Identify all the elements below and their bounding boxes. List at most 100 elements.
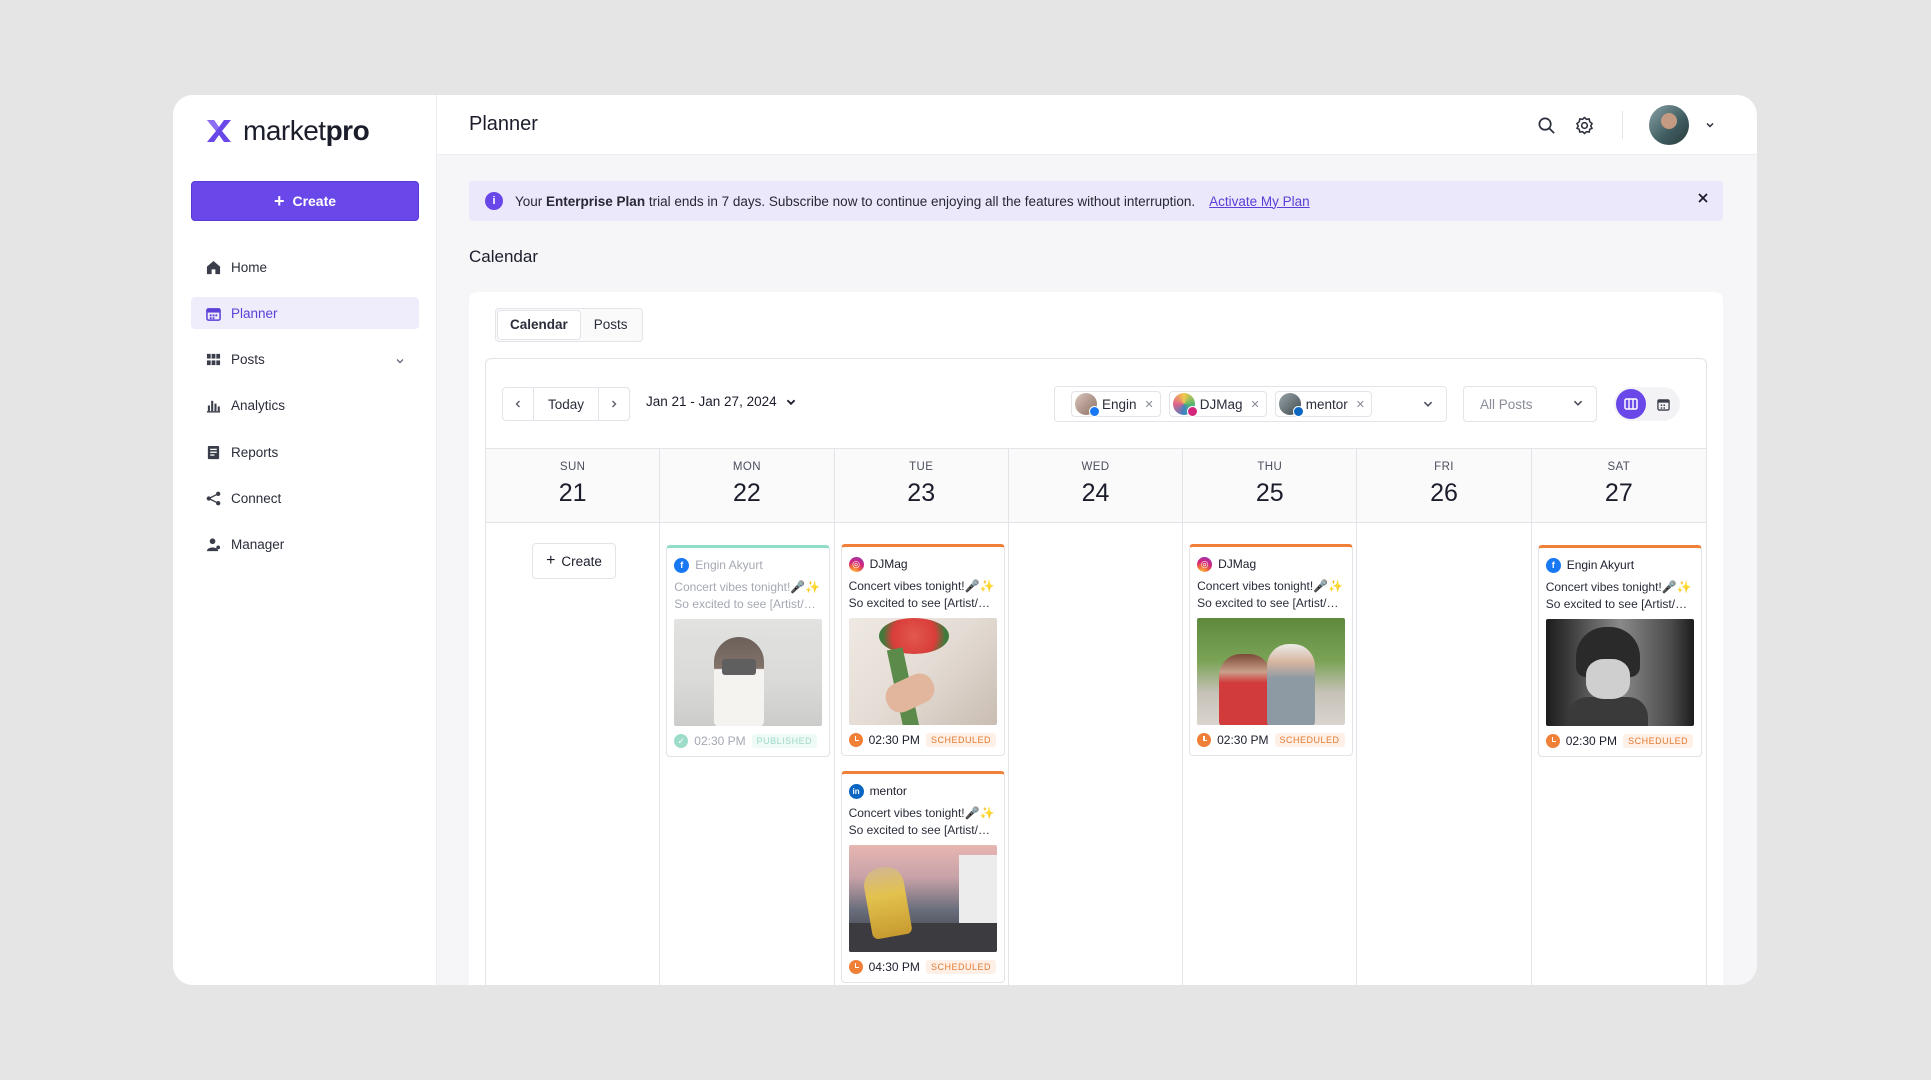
day-header-thu: THU 25 — [1183, 449, 1358, 522]
chevron-down-icon — [1572, 397, 1584, 412]
post-card[interactable]: ◎ DJMag Concert vibes tonight!🎤✨ So excit… — [840, 544, 1005, 756]
sidebar-item-analytics[interactable]: Analytics — [191, 390, 419, 422]
gear-icon[interactable] — [1572, 113, 1596, 137]
day-column-mon[interactable]: f Engin Akyurt Concert vibes tonight!🎤✨ S… — [660, 523, 835, 985]
post-caption: Concert vibes tonight!🎤✨ — [1545, 580, 1692, 594]
day-column-wed[interactable] — [1009, 523, 1184, 985]
chevron-down-icon[interactable] — [1703, 113, 1717, 137]
post-card[interactable]: f Engin Akyurt Concert vibes tonight!🎤✨ S… — [666, 545, 831, 757]
status-badge: SCHEDULED — [1623, 734, 1694, 748]
clock-icon — [1545, 734, 1560, 748]
post-filter-select[interactable]: All Posts — [1463, 386, 1597, 422]
day-header-tue: TUE 23 — [834, 449, 1009, 522]
main-content: i Your Enterprise Plan trial ends in 7 d… — [437, 155, 1757, 985]
home-icon — [205, 259, 221, 275]
prev-week-button[interactable] — [503, 388, 533, 420]
post-image — [674, 619, 823, 726]
plus-icon: + — [546, 552, 556, 569]
post-time: 02:30 PM — [694, 734, 746, 748]
info-icon: i — [485, 192, 503, 210]
calendar-icon — [205, 305, 221, 321]
day-column-sat[interactable]: f Engin Akyurt Concert vibes tonight!🎤✨ S… — [1532, 523, 1706, 985]
post-time: 02:30 PM — [1565, 734, 1618, 748]
linkedin-icon — [1292, 406, 1304, 417]
day-header-fri: FRI 26 — [1357, 449, 1532, 522]
day-column-thu[interactable]: ◎ DJMag Concert vibes tonight!🎤✨ So excit… — [1183, 523, 1358, 985]
post-time: 02:30 PM — [1217, 733, 1269, 747]
clock-icon — [848, 733, 863, 747]
top-bar: Planner — [437, 95, 1757, 155]
sidebar-item-posts[interactable]: Posts — [191, 344, 419, 376]
view-toggle — [1614, 387, 1680, 421]
plus-icon: + — [273, 191, 285, 211]
month-view-icon[interactable] — [1648, 389, 1678, 419]
post-time: 02:30 PM — [868, 733, 920, 747]
bar-chart-icon — [205, 398, 221, 414]
status-badge: SCHEDULED — [925, 960, 996, 974]
account-chip-djmag[interactable]: DJMag ✕ — [1168, 391, 1267, 417]
next-week-button[interactable] — [599, 388, 629, 420]
logo[interactable]: marketpro — [205, 105, 370, 157]
view-tabs: Calendar Posts — [495, 308, 643, 342]
post-caption: So excited to see [Artist/Band]! — [1197, 596, 1346, 610]
sidebar-item-connect[interactable]: Connect — [191, 482, 419, 514]
grid-icon — [205, 352, 221, 368]
close-icon[interactable] — [1697, 192, 1709, 207]
day-column-fri[interactable] — [1357, 523, 1532, 985]
chevron-right-icon — [612, 400, 617, 408]
post-card[interactable]: in mentor Concert vibes tonight!🎤✨ So exc… — [840, 771, 1005, 983]
post-time: 04:30 PM — [868, 960, 920, 974]
page-title: Planner — [469, 113, 538, 135]
date-range-picker[interactable]: Jan 21 - Jan 27, 2024 — [646, 394, 797, 409]
search-icon[interactable] — [1534, 113, 1558, 137]
avatar — [1278, 393, 1304, 417]
trial-banner: i Your Enterprise Plan trial ends in 7 d… — [469, 181, 1723, 221]
tab-posts[interactable]: Posts — [582, 311, 640, 339]
calendar: Today Jan 21 - Jan 27, 2024 Engin ✕ DJMa… — [485, 358, 1707, 985]
users-icon — [205, 537, 221, 553]
clock-icon — [848, 960, 863, 974]
chevron-down-icon — [786, 399, 795, 405]
account-chip-mentor[interactable]: mentor ✕ — [1274, 391, 1372, 417]
sidebar-nav: Home Planner Posts Analytics Reports Con… — [191, 251, 419, 575]
activate-plan-link[interactable]: Activate My Plan — [1209, 194, 1310, 209]
remove-icon[interactable]: ✕ — [1356, 398, 1365, 411]
tab-calendar[interactable]: Calendar — [498, 311, 580, 339]
remove-icon[interactable]: ✕ — [1251, 398, 1260, 411]
account-chip-engin[interactable]: Engin ✕ — [1071, 391, 1161, 417]
day-column-tue[interactable]: ◎ DJMag Concert vibes tonight!🎤✨ So excit… — [835, 523, 1009, 985]
facebook-icon — [1089, 406, 1100, 417]
report-icon — [205, 444, 221, 460]
create-button[interactable]: + Create — [191, 181, 419, 221]
section-title: Calendar — [469, 247, 538, 266]
calendar-toolbar: Today Jan 21 - Jan 27, 2024 Engin ✕ DJMa… — [486, 359, 1706, 449]
post-caption: Concert vibes tonight!🎤✨ — [674, 580, 821, 594]
sidebar-item-home[interactable]: Home — [191, 251, 419, 283]
sidebar-item-planner[interactable]: Planner — [191, 297, 419, 330]
check-icon: ✓ — [674, 734, 689, 748]
avatar[interactable] — [1649, 105, 1689, 145]
today-button[interactable]: Today — [533, 388, 599, 420]
day-column-sun[interactable]: + Create — [486, 523, 661, 985]
post-caption: Concert vibes tonight!🎤✨ — [848, 806, 995, 820]
facebook-icon: f — [1545, 557, 1561, 573]
post-account: DJMag — [1218, 557, 1257, 571]
post-caption: So excited to see [Artist/Band]! — [1545, 597, 1694, 611]
share-icon — [205, 490, 221, 506]
post-card[interactable]: ◎ DJMag Concert vibes tonight!🎤✨ So excit… — [1189, 544, 1354, 756]
sidebar-item-manager[interactable]: Manager — [191, 529, 419, 561]
post-account: Engin Akyurt — [1566, 558, 1635, 572]
remove-icon[interactable]: ✕ — [1145, 398, 1154, 411]
week-view-icon[interactable] — [1616, 389, 1646, 419]
post-caption: Concert vibes tonight!🎤✨ — [848, 579, 995, 593]
post-caption: Concert vibes tonight!🎤✨ — [1197, 579, 1344, 593]
post-image — [848, 845, 997, 952]
post-caption: So excited to see [Artist/Band]! — [848, 596, 997, 610]
chevron-down-icon[interactable] — [395, 354, 405, 369]
account-select[interactable]: Engin ✕ DJMag ✕ mentor ✕ — [1054, 386, 1447, 422]
divider — [1622, 111, 1623, 139]
create-post-button[interactable]: + Create — [532, 543, 616, 579]
sidebar-item-reports[interactable]: Reports — [191, 436, 419, 468]
day-headers: SUN 21 MON 22 TUE 23 WED 24 THU 25 FRI 26 SAT 2… — [486, 449, 1706, 523]
post-card[interactable]: f Engin Akyurt Concert vibes tonight!🎤✨ S… — [1537, 545, 1702, 757]
